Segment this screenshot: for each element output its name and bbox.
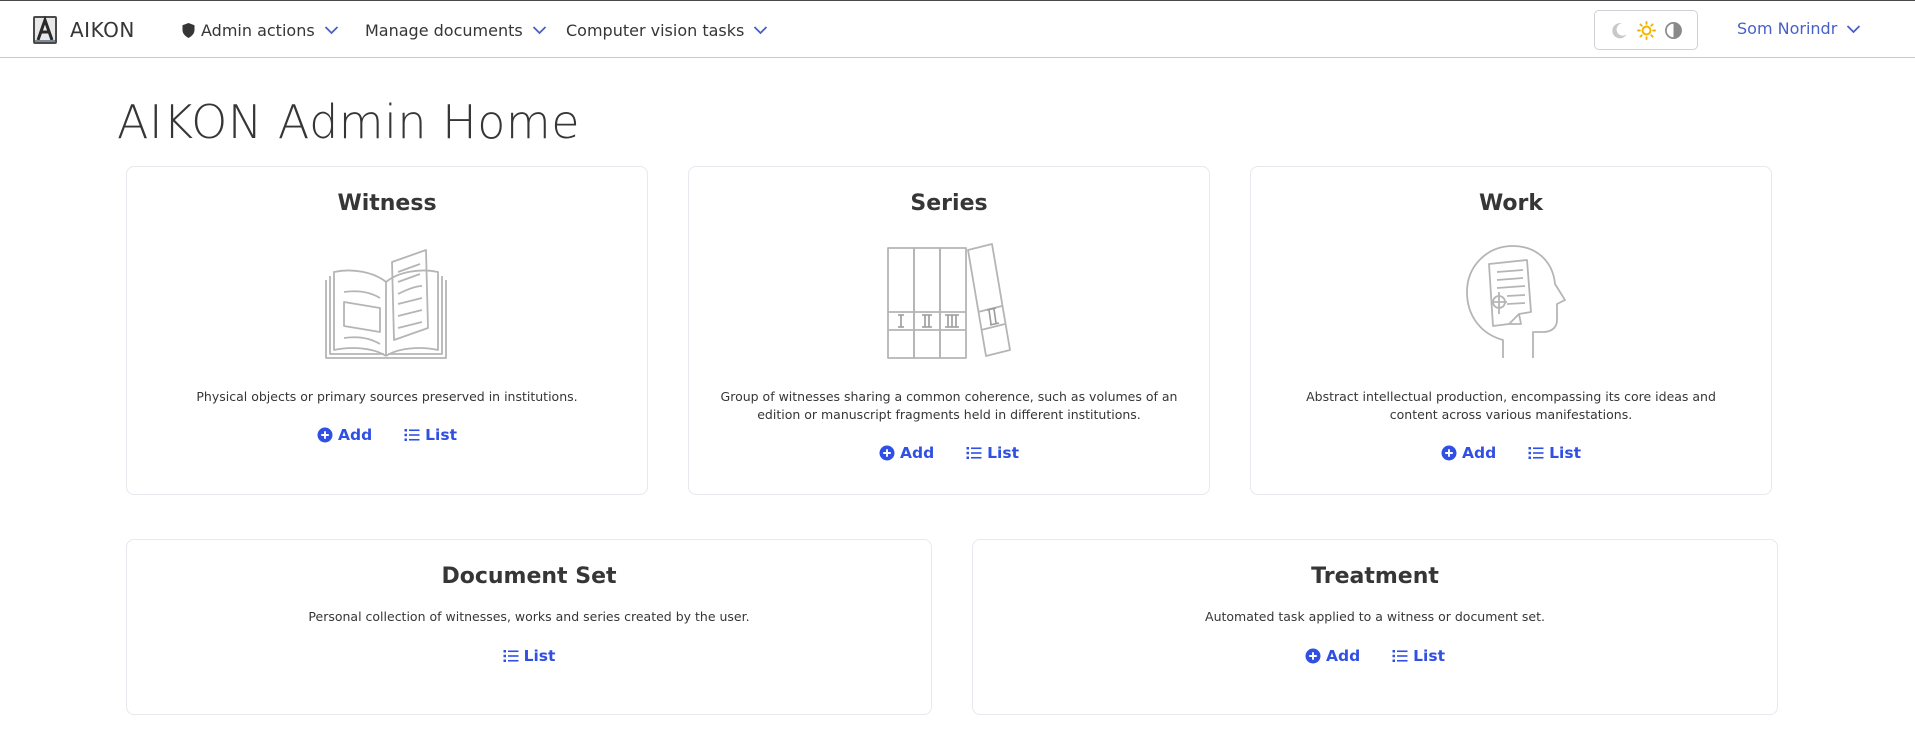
list-label: List	[523, 647, 556, 665]
add-label: Add	[1325, 647, 1361, 665]
card-description: Abstract intellectual production, encomp…	[1306, 389, 1716, 422]
book-volumes-icon	[887, 243, 1011, 359]
card-title: Treatment	[1311, 564, 1439, 589]
series-card: Series Group of witnesses sharing a comm…	[688, 166, 1210, 495]
user-menu[interactable]: Som Norindr	[1737, 19, 1861, 38]
series-add-button[interactable]: Add	[879, 444, 934, 462]
user-name: Som Norindr	[1737, 19, 1838, 38]
witness-card: Witness Physical objects or primary sour…	[126, 166, 648, 495]
witness-list-button[interactable]: List	[404, 426, 457, 444]
top-navbar: AIKON Admin actions Manage documents Com…	[0, 0, 1915, 58]
contrast-icon[interactable]	[1664, 21, 1683, 40]
card-title: Series	[910, 191, 988, 216]
moon-icon[interactable]	[1610, 21, 1629, 40]
list-icon	[404, 429, 420, 441]
nav-cv-tasks-label: Computer vision tasks	[566, 20, 745, 40]
theme-switcher	[1594, 10, 1698, 50]
nav-manage-documents[interactable]: Manage documents	[365, 19, 547, 41]
nav-admin-actions-label: Admin actions	[201, 20, 315, 40]
card-description: Personal collection of witnesses, works …	[308, 609, 750, 624]
list-icon	[1392, 650, 1408, 662]
card-actions: List	[127, 647, 931, 665]
chevron-down-icon	[1847, 24, 1861, 33]
card-title: Work	[1478, 191, 1544, 216]
treatment-card: Treatment Automated task applied to a wi…	[972, 539, 1778, 715]
list-icon	[1528, 447, 1544, 459]
sun-icon[interactable]	[1636, 20, 1656, 40]
card-title: Witness	[337, 191, 437, 216]
list-icon	[503, 650, 519, 662]
plus-circle-icon	[317, 427, 333, 443]
series-list-button[interactable]: List	[966, 444, 1019, 462]
list-label: List	[987, 444, 1019, 462]
chevron-down-icon	[324, 26, 338, 35]
chevron-down-icon	[754, 26, 768, 35]
card-title: Document Set	[441, 564, 617, 589]
list-label: List	[425, 426, 457, 444]
work-add-button[interactable]: Add	[1441, 444, 1496, 462]
work-card: Work Abstract intellectual production, e…	[1250, 166, 1772, 495]
card-actions: Add List	[689, 444, 1209, 462]
add-label: Add	[899, 444, 935, 462]
card-actions: Add List	[1251, 444, 1771, 462]
document-set-card: Document Set Personal collection of witn…	[126, 539, 932, 715]
work-list-button[interactable]: List	[1528, 444, 1581, 462]
open-book-icon	[325, 249, 447, 359]
brand-name: AIKON	[70, 18, 135, 42]
list-label: List	[1549, 444, 1581, 462]
nav-manage-documents-label: Manage documents	[365, 20, 523, 40]
document-set-list-button[interactable]: List	[503, 647, 556, 665]
card-description: Group of witnesses sharing a common cohe…	[720, 389, 1178, 422]
card-actions: Add List	[127, 426, 647, 444]
shield-icon	[182, 22, 195, 38]
card-description: Automated task applied to a witness or d…	[1205, 609, 1545, 624]
treatment-list-button[interactable]: List	[1392, 647, 1445, 665]
plus-circle-icon	[1441, 445, 1457, 461]
card-description: Physical objects or primary sources pres…	[196, 389, 578, 404]
list-label: List	[1413, 647, 1445, 665]
plus-circle-icon	[879, 445, 895, 461]
add-label: Add	[1461, 444, 1497, 462]
treatment-add-button[interactable]: Add	[1305, 647, 1360, 665]
nav-admin-actions[interactable]: Admin actions	[182, 19, 339, 41]
card-actions: Add List	[973, 647, 1777, 665]
aikon-logo-icon	[33, 15, 57, 44]
head-document-icon	[1466, 245, 1566, 358]
page-title: AIKON Admin Home	[117, 95, 580, 149]
plus-circle-icon	[1305, 648, 1321, 664]
witness-add-button[interactable]: Add	[317, 426, 372, 444]
nav-computer-vision-tasks[interactable]: Computer vision tasks	[566, 19, 768, 41]
chevron-down-icon	[532, 26, 546, 35]
list-icon	[966, 447, 982, 459]
brand-home-link[interactable]: AIKON	[32, 15, 135, 45]
add-label: Add	[337, 426, 373, 444]
